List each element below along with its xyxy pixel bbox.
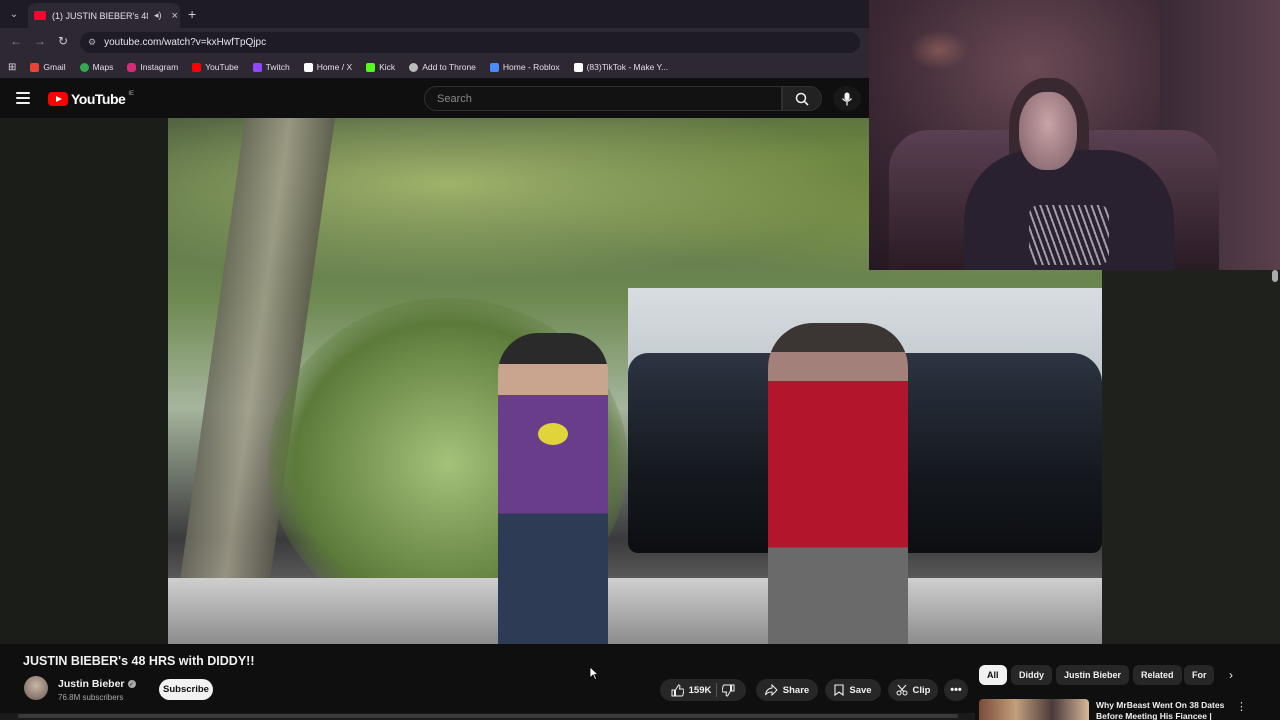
youtube-icon [192, 62, 202, 72]
more-actions-button[interactable]: ••• [944, 679, 968, 701]
roblox-icon [489, 62, 499, 72]
chip-all[interactable]: All [979, 665, 1007, 685]
player-backdrop-left [0, 118, 168, 644]
forward-icon[interactable]: → [34, 34, 46, 48]
chevron-right-icon[interactable]: › [1222, 665, 1240, 685]
new-tab-button[interactable]: + [188, 6, 196, 22]
subscribe-button[interactable]: Subscribe [159, 679, 213, 700]
like-dislike-group: 159K [660, 679, 746, 701]
thumbs-down-icon [722, 684, 735, 697]
search-icon [795, 92, 809, 106]
youtube-favicon-icon [34, 11, 46, 20]
bookmark-icon [834, 684, 844, 696]
browser-tab-active[interactable]: (1) JUSTIN BIEBER's 48 HRS ◂) × [28, 3, 180, 28]
bookmark-instagram[interactable]: Instagram [127, 62, 178, 72]
thumbs-up-icon [671, 683, 684, 696]
address-bar[interactable]: ⚙ youtube.com/watch?v=kxHwfTpQjpc [80, 32, 860, 53]
scissors-icon [896, 684, 908, 696]
clip-label: Clip [912, 684, 931, 696]
bookmark-youtube[interactable]: YouTube [192, 62, 239, 72]
globe-icon [409, 62, 419, 72]
url-text[interactable]: youtube.com/watch?v=kxHwfTpQjpc [104, 37, 266, 48]
chip-justin-bieber[interactable]: Justin Bieber [1056, 665, 1130, 685]
back-icon[interactable]: ← [10, 34, 22, 48]
dislike-button[interactable] [722, 684, 735, 697]
tab-close-icon[interactable]: × [172, 10, 178, 22]
speaker-icon[interactable]: ◂) [154, 10, 162, 21]
share-button[interactable]: Share [756, 679, 818, 701]
twitch-icon [252, 62, 262, 72]
youtube-play-logo-icon [48, 92, 68, 106]
player-backdrop-right [1102, 270, 1280, 644]
page-scrollbar[interactable] [1272, 270, 1278, 282]
recommendation-thumbnail[interactable] [979, 699, 1089, 720]
instagram-icon [127, 62, 137, 72]
search-button[interactable] [782, 86, 822, 111]
webcam-overlay [869, 0, 1280, 270]
tab-title: (1) JUSTIN BIEBER's 48 HRS [52, 10, 148, 21]
chip-related[interactable]: Related [1133, 665, 1182, 685]
recommendation-title[interactable]: Why MrBeast Went On 38 Dates Before Meet… [1096, 700, 1236, 720]
microphone-icon [841, 92, 853, 105]
bookmark-gmail[interactable]: Gmail [30, 62, 66, 72]
save-label: Save [849, 684, 872, 696]
share-label: Share [782, 684, 810, 696]
kick-icon [366, 62, 376, 72]
bookmark-twitch[interactable]: Twitch [252, 62, 290, 72]
tab-search-chevron-icon[interactable]: ⌄ [6, 6, 22, 22]
bookmarks-bar: ⊞ Gmail Maps Instagram YouTube Twitch Ho… [0, 56, 870, 78]
search-box[interactable] [424, 86, 782, 111]
youtube-logo-text: YouTube [71, 91, 126, 107]
bookmark-kick[interactable]: Kick [366, 62, 395, 72]
chip-for-you[interactable]: For [1184, 665, 1214, 685]
channel-name-text: Justin Bieber [58, 678, 125, 690]
bookmark-roblox[interactable]: Home - Roblox [489, 62, 560, 72]
bookmark-throne[interactable]: Add to Throne [409, 62, 476, 72]
subscriber-count: 76.8M subscribers [58, 693, 124, 702]
bookmark-x[interactable]: Home / X [303, 62, 352, 72]
bookmark-maps[interactable]: Maps [79, 62, 113, 72]
like-count: 159K [688, 684, 712, 696]
share-arrow-icon [764, 684, 778, 696]
chip-diddy[interactable]: Diddy [1011, 665, 1053, 685]
mouse-cursor-icon [589, 666, 600, 685]
apps-grid-icon[interactable]: ⊞ [8, 62, 16, 73]
channel-avatar[interactable] [24, 676, 48, 700]
maps-icon [79, 62, 89, 72]
search-input[interactable] [437, 92, 781, 105]
gmail-icon [30, 62, 40, 72]
clip-button[interactable]: Clip [888, 679, 938, 701]
channel-name[interactable]: Justin Bieber ✓ [58, 678, 136, 690]
tiktok-icon [573, 62, 583, 72]
hamburger-menu-icon[interactable] [16, 92, 30, 104]
like-button[interactable]: 159K [671, 683, 712, 697]
voice-search-button[interactable] [833, 86, 861, 111]
reload-icon[interactable]: ↻ [58, 34, 68, 48]
like-divider [716, 683, 718, 697]
x-icon [303, 62, 313, 72]
video-title: JUSTIN BIEBER's 48 HRS with DIDDY!! [23, 654, 255, 668]
youtube-logo[interactable]: YouTube IE [48, 91, 134, 107]
country-code: IE [128, 91, 134, 97]
horizontal-scrollbar[interactable] [18, 714, 958, 718]
bookmark-tiktok[interactable]: (83)TikTok - Make Y... [573, 62, 668, 72]
save-button[interactable]: Save [825, 679, 881, 701]
recommendation-menu-icon[interactable]: ⋮ [1236, 700, 1247, 713]
verified-check-icon: ✓ [127, 680, 136, 688]
site-info-icon[interactable]: ⚙ [88, 37, 96, 48]
